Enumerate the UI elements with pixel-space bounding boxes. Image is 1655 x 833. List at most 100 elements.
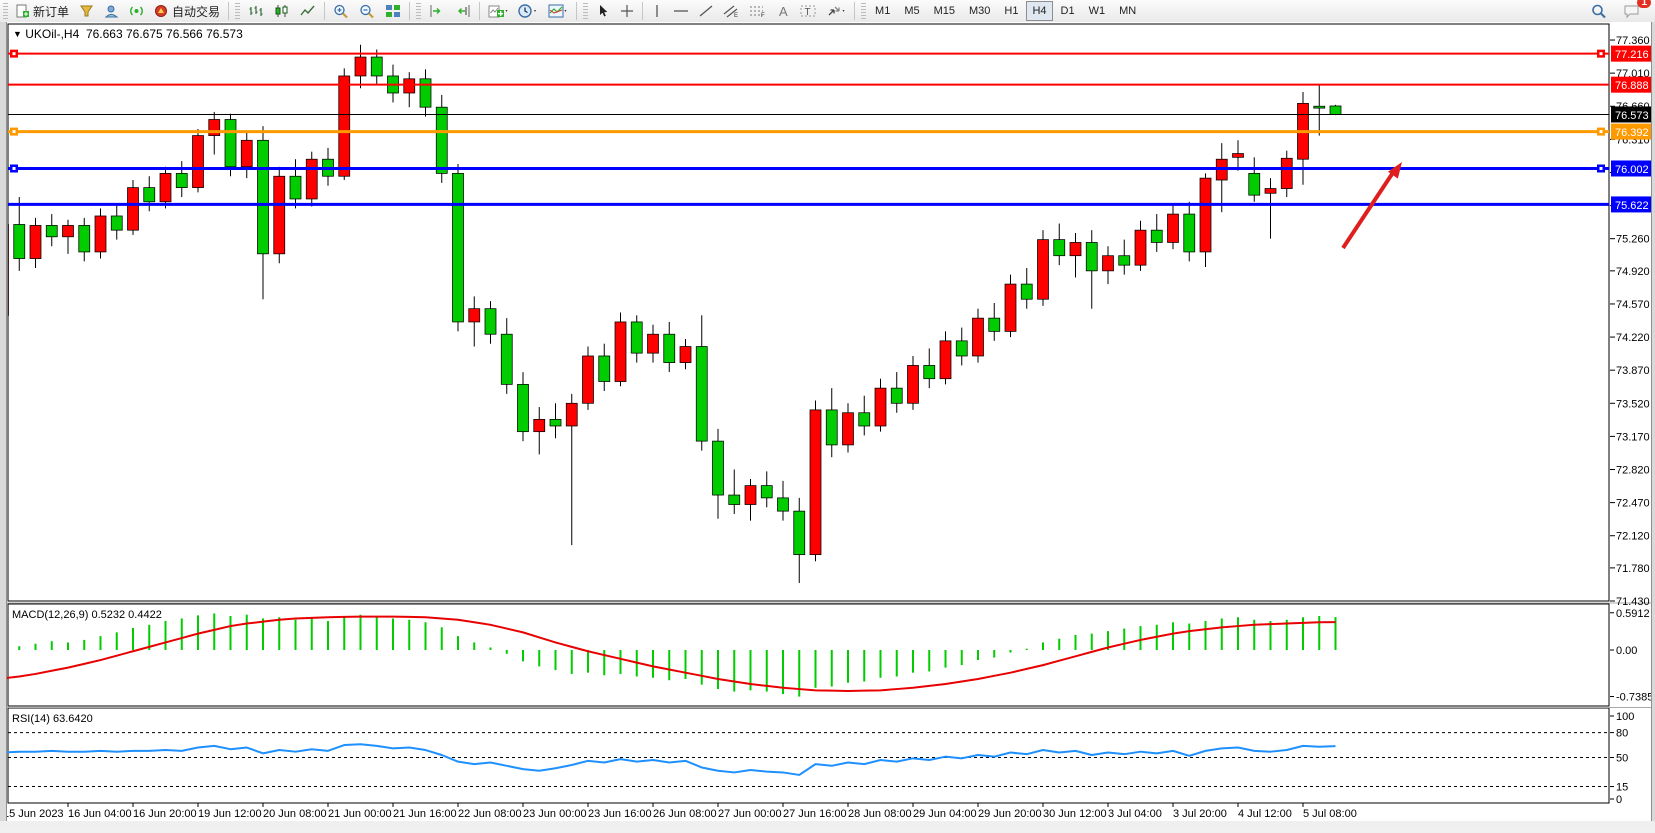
new-order-icon <box>16 4 30 18</box>
arrows-tool-icon <box>826 4 846 18</box>
candlestick-chart-icon <box>274 4 290 18</box>
svg-text:16 Jun 04:00: 16 Jun 04:00 <box>68 808 132 820</box>
fibonacci-button[interactable]: F <box>744 0 772 22</box>
svg-text:4 Jul 12:00: 4 Jul 12:00 <box>1238 808 1292 820</box>
timeframe-mn[interactable]: MN <box>1113 1 1142 21</box>
market-watch-button[interactable] <box>99 0 124 22</box>
periods-clock-icon <box>518 4 538 19</box>
svg-text:0: 0 <box>1616 794 1622 806</box>
timeframe-m1[interactable]: M1 <box>869 1 896 21</box>
svg-text:75.260: 75.260 <box>1616 234 1650 246</box>
zoom-in-icon <box>333 4 349 19</box>
search-icon <box>1591 4 1607 19</box>
text-label-icon: T <box>800 4 816 18</box>
svg-text:73.520: 73.520 <box>1616 398 1650 410</box>
bar-chart-button[interactable] <box>243 0 269 22</box>
timeframe-group: M1M5M15M30H1H4D1W1MN <box>869 1 1142 21</box>
chart-title[interactable]: ▼ UKOil-,H4 76.663 76.675 76.566 76.573 <box>13 27 243 41</box>
svg-text:76.573: 76.573 <box>1615 110 1649 122</box>
autotrade-button[interactable]: 自动交易 <box>149 0 225 22</box>
timeframe-m5[interactable]: M5 <box>898 1 925 21</box>
rsi-value: 63.6420 <box>53 713 93 725</box>
text-label-button[interactable]: T <box>795 0 821 22</box>
svg-text:20 Jun 08:00: 20 Jun 08:00 <box>263 808 327 820</box>
timeframe-w1[interactable]: W1 <box>1083 1 1112 21</box>
cursor-icon <box>596 4 610 18</box>
text-button[interactable]: A <box>772 0 795 22</box>
svg-text:76.392: 76.392 <box>1615 127 1649 139</box>
chart-dropdown-icon[interactable]: ▼ <box>13 29 22 39</box>
signal-icon <box>129 4 144 18</box>
templates-button[interactable] <box>543 0 573 22</box>
signal-button[interactable] <box>124 0 149 22</box>
zoom-in-button[interactable] <box>328 0 354 22</box>
svg-text:27 Jun 00:00: 27 Jun 00:00 <box>718 808 782 820</box>
autotrade-icon <box>154 4 169 18</box>
svg-text:29 Jun 04:00: 29 Jun 04:00 <box>913 808 977 820</box>
line-chart-icon <box>300 4 316 18</box>
svg-text:0.5912: 0.5912 <box>1616 608 1650 620</box>
timeframe-m30[interactable]: M30 <box>963 1 996 21</box>
svg-text:77.216: 77.216 <box>1615 49 1649 61</box>
svg-text:23 Jun 00:00: 23 Jun 00:00 <box>523 808 587 820</box>
chart-svg[interactable]: 77.36077.01076.66076.31075.96075.61075.2… <box>0 22 1655 828</box>
svg-text:74.920: 74.920 <box>1616 266 1650 278</box>
search-button[interactable] <box>1586 0 1612 22</box>
arrows-tool-button[interactable] <box>821 0 851 22</box>
vertical-line-button[interactable] <box>646 0 668 22</box>
macd-values: 0.5232 0.4422 <box>91 609 161 621</box>
svg-text:74.220: 74.220 <box>1616 332 1650 344</box>
macd-indicator-label: MACD(12,26,9) 0.5232 0.4422 <box>12 609 162 621</box>
periods-clock-button[interactable] <box>513 0 543 22</box>
svg-text:30 Jun 12:00: 30 Jun 12:00 <box>1043 808 1107 820</box>
chart-shift-button[interactable] <box>424 0 450 22</box>
timeframe-h1[interactable]: H1 <box>998 1 1024 21</box>
chart-window: 77.36077.01076.66076.31075.96075.61075.2… <box>0 22 1655 828</box>
channel-button[interactable]: E <box>718 0 744 22</box>
timeframe-d1[interactable]: D1 <box>1055 1 1081 21</box>
svg-text:27 Jun 16:00: 27 Jun 16:00 <box>783 808 847 820</box>
trendline-button[interactable] <box>694 0 718 22</box>
new-order-label: 新订单 <box>33 3 69 20</box>
candlestick-chart-button[interactable] <box>269 0 295 22</box>
new-order-button[interactable]: 新订单 <box>11 0 74 22</box>
chart-symbol-period: UKOil-,H4 <box>25 27 79 41</box>
svg-text:23 Jun 16:00: 23 Jun 16:00 <box>588 808 652 820</box>
svg-text:A: A <box>779 4 788 18</box>
funnel-button[interactable] <box>74 0 99 22</box>
svg-text:76.888: 76.888 <box>1615 80 1649 92</box>
svg-text:3 Jul 04:00: 3 Jul 04:00 <box>1108 808 1162 820</box>
horizontal-line-button[interactable] <box>668 0 694 22</box>
timeframe-m15[interactable]: M15 <box>928 1 961 21</box>
zoom-out-button[interactable] <box>354 0 380 22</box>
toolbar-grip <box>3 3 8 19</box>
chart-autoscroll-button[interactable] <box>450 0 476 22</box>
line-chart-button[interactable] <box>295 0 321 22</box>
window-bottom-edge <box>0 821 1655 828</box>
cursor-button[interactable] <box>591 0 615 22</box>
svg-text:72.820: 72.820 <box>1616 465 1650 477</box>
svg-text:15 Jun 2023: 15 Jun 2023 <box>3 808 64 820</box>
crosshair-button[interactable] <box>615 0 639 22</box>
svg-text:21 Jun 00:00: 21 Jun 00:00 <box>328 808 392 820</box>
svg-text:E: E <box>734 13 738 18</box>
svg-text:76.002: 76.002 <box>1615 164 1649 176</box>
autotrade-label: 自动交易 <box>172 3 220 20</box>
templates-icon <box>548 4 568 18</box>
market-watch-icon <box>104 4 119 18</box>
tile-windows-icon <box>385 4 401 18</box>
toolbar: 新订单 自动交易 <box>0 0 1655 23</box>
svg-text:71.780: 71.780 <box>1616 563 1650 575</box>
add-indicator-button[interactable] <box>483 0 513 22</box>
svg-text:28 Jun 08:00: 28 Jun 08:00 <box>848 808 912 820</box>
chat-button[interactable]: 1 <box>1618 0 1645 22</box>
tile-windows-button[interactable] <box>380 0 406 22</box>
trendline-icon <box>699 4 713 18</box>
svg-text:3 Jul 20:00: 3 Jul 20:00 <box>1173 808 1227 820</box>
svg-text:F: F <box>761 13 765 18</box>
svg-text:-0.7385: -0.7385 <box>1616 692 1653 704</box>
svg-text:50: 50 <box>1616 753 1628 765</box>
timeframe-h4[interactable]: H4 <box>1026 1 1052 21</box>
svg-text:71.430: 71.430 <box>1616 596 1650 608</box>
bar-chart-icon <box>248 4 264 18</box>
